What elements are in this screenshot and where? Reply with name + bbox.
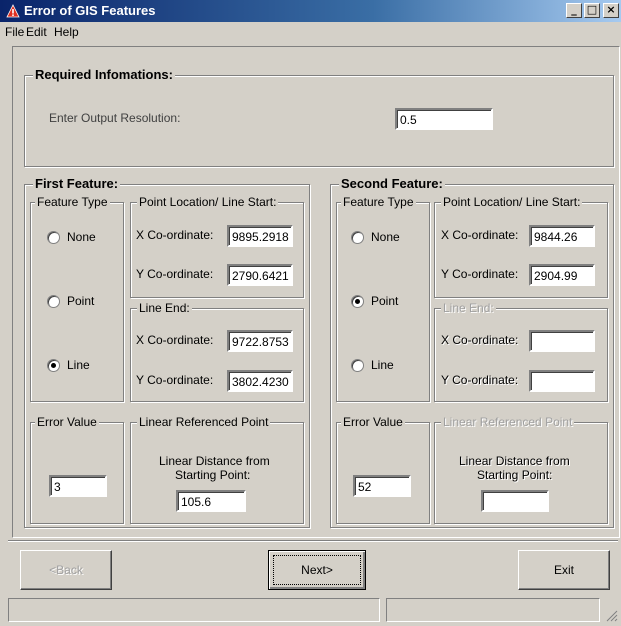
second-radio-none-label: None xyxy=(371,230,400,244)
second-lrp-input[interactable] xyxy=(481,490,549,512)
second-radio-point[interactable] xyxy=(351,295,364,308)
second-y-label: Y Co-ordinate: xyxy=(441,267,519,281)
second-lrp-label-1: Linear Distance from xyxy=(459,454,570,468)
second-lrp-group: Linear Referenced Point Linear Distance … xyxy=(434,415,608,524)
second-radio-line-label: Line xyxy=(371,358,394,372)
first-error-input[interactable]: 3 xyxy=(49,475,107,497)
first-lrp-label-2: Starting Point: xyxy=(175,468,251,482)
first-y-label: Y Co-ordinate: xyxy=(136,267,214,281)
first-point-location-legend: Point Location/ Line Start: xyxy=(137,195,279,209)
first-error-group: Error Value 3 xyxy=(30,415,124,524)
maximize-button[interactable]: □ xyxy=(584,3,600,18)
exit-button[interactable]: Exit xyxy=(518,550,610,590)
second-radio-line[interactable] xyxy=(351,359,364,372)
resolution-label: Enter Output Resolution: xyxy=(49,111,181,125)
second-radio-none[interactable] xyxy=(351,231,364,244)
second-end-y-label: Y Co-ordinate: xyxy=(441,373,519,387)
second-end-x-input[interactable] xyxy=(529,330,595,352)
first-point-location-group: Point Location/ Line Start: X Co-ordinat… xyxy=(130,195,304,298)
first-end-x-label: X Co-ordinate: xyxy=(136,333,214,347)
first-end-x-input[interactable]: 9722.8753 xyxy=(227,330,293,352)
first-radio-point[interactable] xyxy=(47,295,60,308)
menu-help[interactable]: Help xyxy=(54,25,79,39)
menu-bar: File Edit Help xyxy=(0,22,621,42)
warning-app-icon xyxy=(6,4,20,18)
window-title: Error of GIS Features xyxy=(24,3,156,18)
second-feature-legend: Second Feature: xyxy=(339,176,445,191)
first-line-end-group: Line End: X Co-ordinate: 9722.8753 Y Co-… xyxy=(130,301,304,402)
status-panel-right xyxy=(386,598,600,622)
resize-grip-icon[interactable] xyxy=(604,608,618,622)
first-feature-type-legend: Feature Type xyxy=(35,195,110,209)
second-line-end-group: Line End: X Co-ordinate: Y Co-ordinate: xyxy=(434,301,608,402)
first-radio-point-label: Point xyxy=(67,294,95,308)
title-bar[interactable]: Error of GIS Features _ □ × xyxy=(0,0,621,22)
minimize-button[interactable]: _ xyxy=(566,3,582,18)
first-feature-legend: First Feature: xyxy=(33,176,121,191)
first-lrp-group: Linear Referenced Point Linear Distance … xyxy=(130,415,304,524)
second-x-input[interactable]: 9844.26 xyxy=(529,225,595,247)
first-lrp-label-1: Linear Distance from xyxy=(159,454,270,468)
first-radio-none[interactable] xyxy=(47,231,60,244)
second-feature-type-legend: Feature Type xyxy=(341,195,416,209)
second-error-group: Error Value 52 xyxy=(336,415,430,524)
second-lrp-label-2: Starting Point: xyxy=(477,468,553,482)
menu-file[interactable]: File xyxy=(5,25,24,39)
first-error-legend: Error Value xyxy=(35,415,99,429)
first-line-end-legend: Line End: xyxy=(137,301,192,315)
menu-edit[interactable]: Edit xyxy=(26,25,47,39)
status-panel-left xyxy=(8,598,380,622)
close-button[interactable]: × xyxy=(603,3,619,18)
radio-selected-dot xyxy=(51,363,56,368)
second-point-location-legend: Point Location/ Line Start: xyxy=(441,195,583,209)
first-radio-none-label: None xyxy=(67,230,96,244)
first-lrp-legend: Linear Referenced Point xyxy=(137,415,271,429)
first-x-input[interactable]: 9895.2918 xyxy=(227,225,293,247)
focus-rect xyxy=(273,555,361,585)
next-button[interactable]: Next> xyxy=(268,550,366,590)
second-feature-type-group: Feature Type None Point Line xyxy=(336,195,430,402)
second-error-legend: Error Value xyxy=(341,415,405,429)
first-radio-line[interactable] xyxy=(47,359,60,372)
second-end-y-input[interactable] xyxy=(529,370,595,392)
second-radio-point-label: Point xyxy=(371,294,399,308)
back-button[interactable]: <Back xyxy=(20,550,112,590)
first-end-y-input[interactable]: 3802.4230 xyxy=(227,370,293,392)
second-error-input[interactable]: 52 xyxy=(353,475,411,497)
second-point-location-group: Point Location/ Line Start: X Co-ordinat… xyxy=(434,195,608,298)
radio-selected-dot xyxy=(355,299,360,304)
resolution-input[interactable]: 0.5 xyxy=(395,108,493,130)
first-end-y-label: Y Co-ordinate: xyxy=(136,373,214,387)
second-line-end-legend: Line End: xyxy=(441,301,496,315)
second-x-label: X Co-ordinate: xyxy=(441,228,519,242)
second-y-input[interactable]: 2904.99 xyxy=(529,264,595,286)
button-separator xyxy=(8,540,618,542)
second-end-x-label: X Co-ordinate: xyxy=(441,333,519,347)
first-feature-type-group: Feature Type None Point Line xyxy=(30,195,124,402)
first-x-label: X Co-ordinate: xyxy=(136,228,214,242)
second-lrp-legend: Linear Referenced Point xyxy=(441,415,575,429)
first-lrp-input[interactable]: 105.6 xyxy=(176,490,246,512)
first-radio-line-label: Line xyxy=(67,358,90,372)
required-info-group: Required Infomations: Enter Output Resol… xyxy=(24,67,614,167)
first-y-input[interactable]: 2790.6421 xyxy=(227,264,293,286)
required-info-legend: Required Infomations: xyxy=(33,67,175,82)
